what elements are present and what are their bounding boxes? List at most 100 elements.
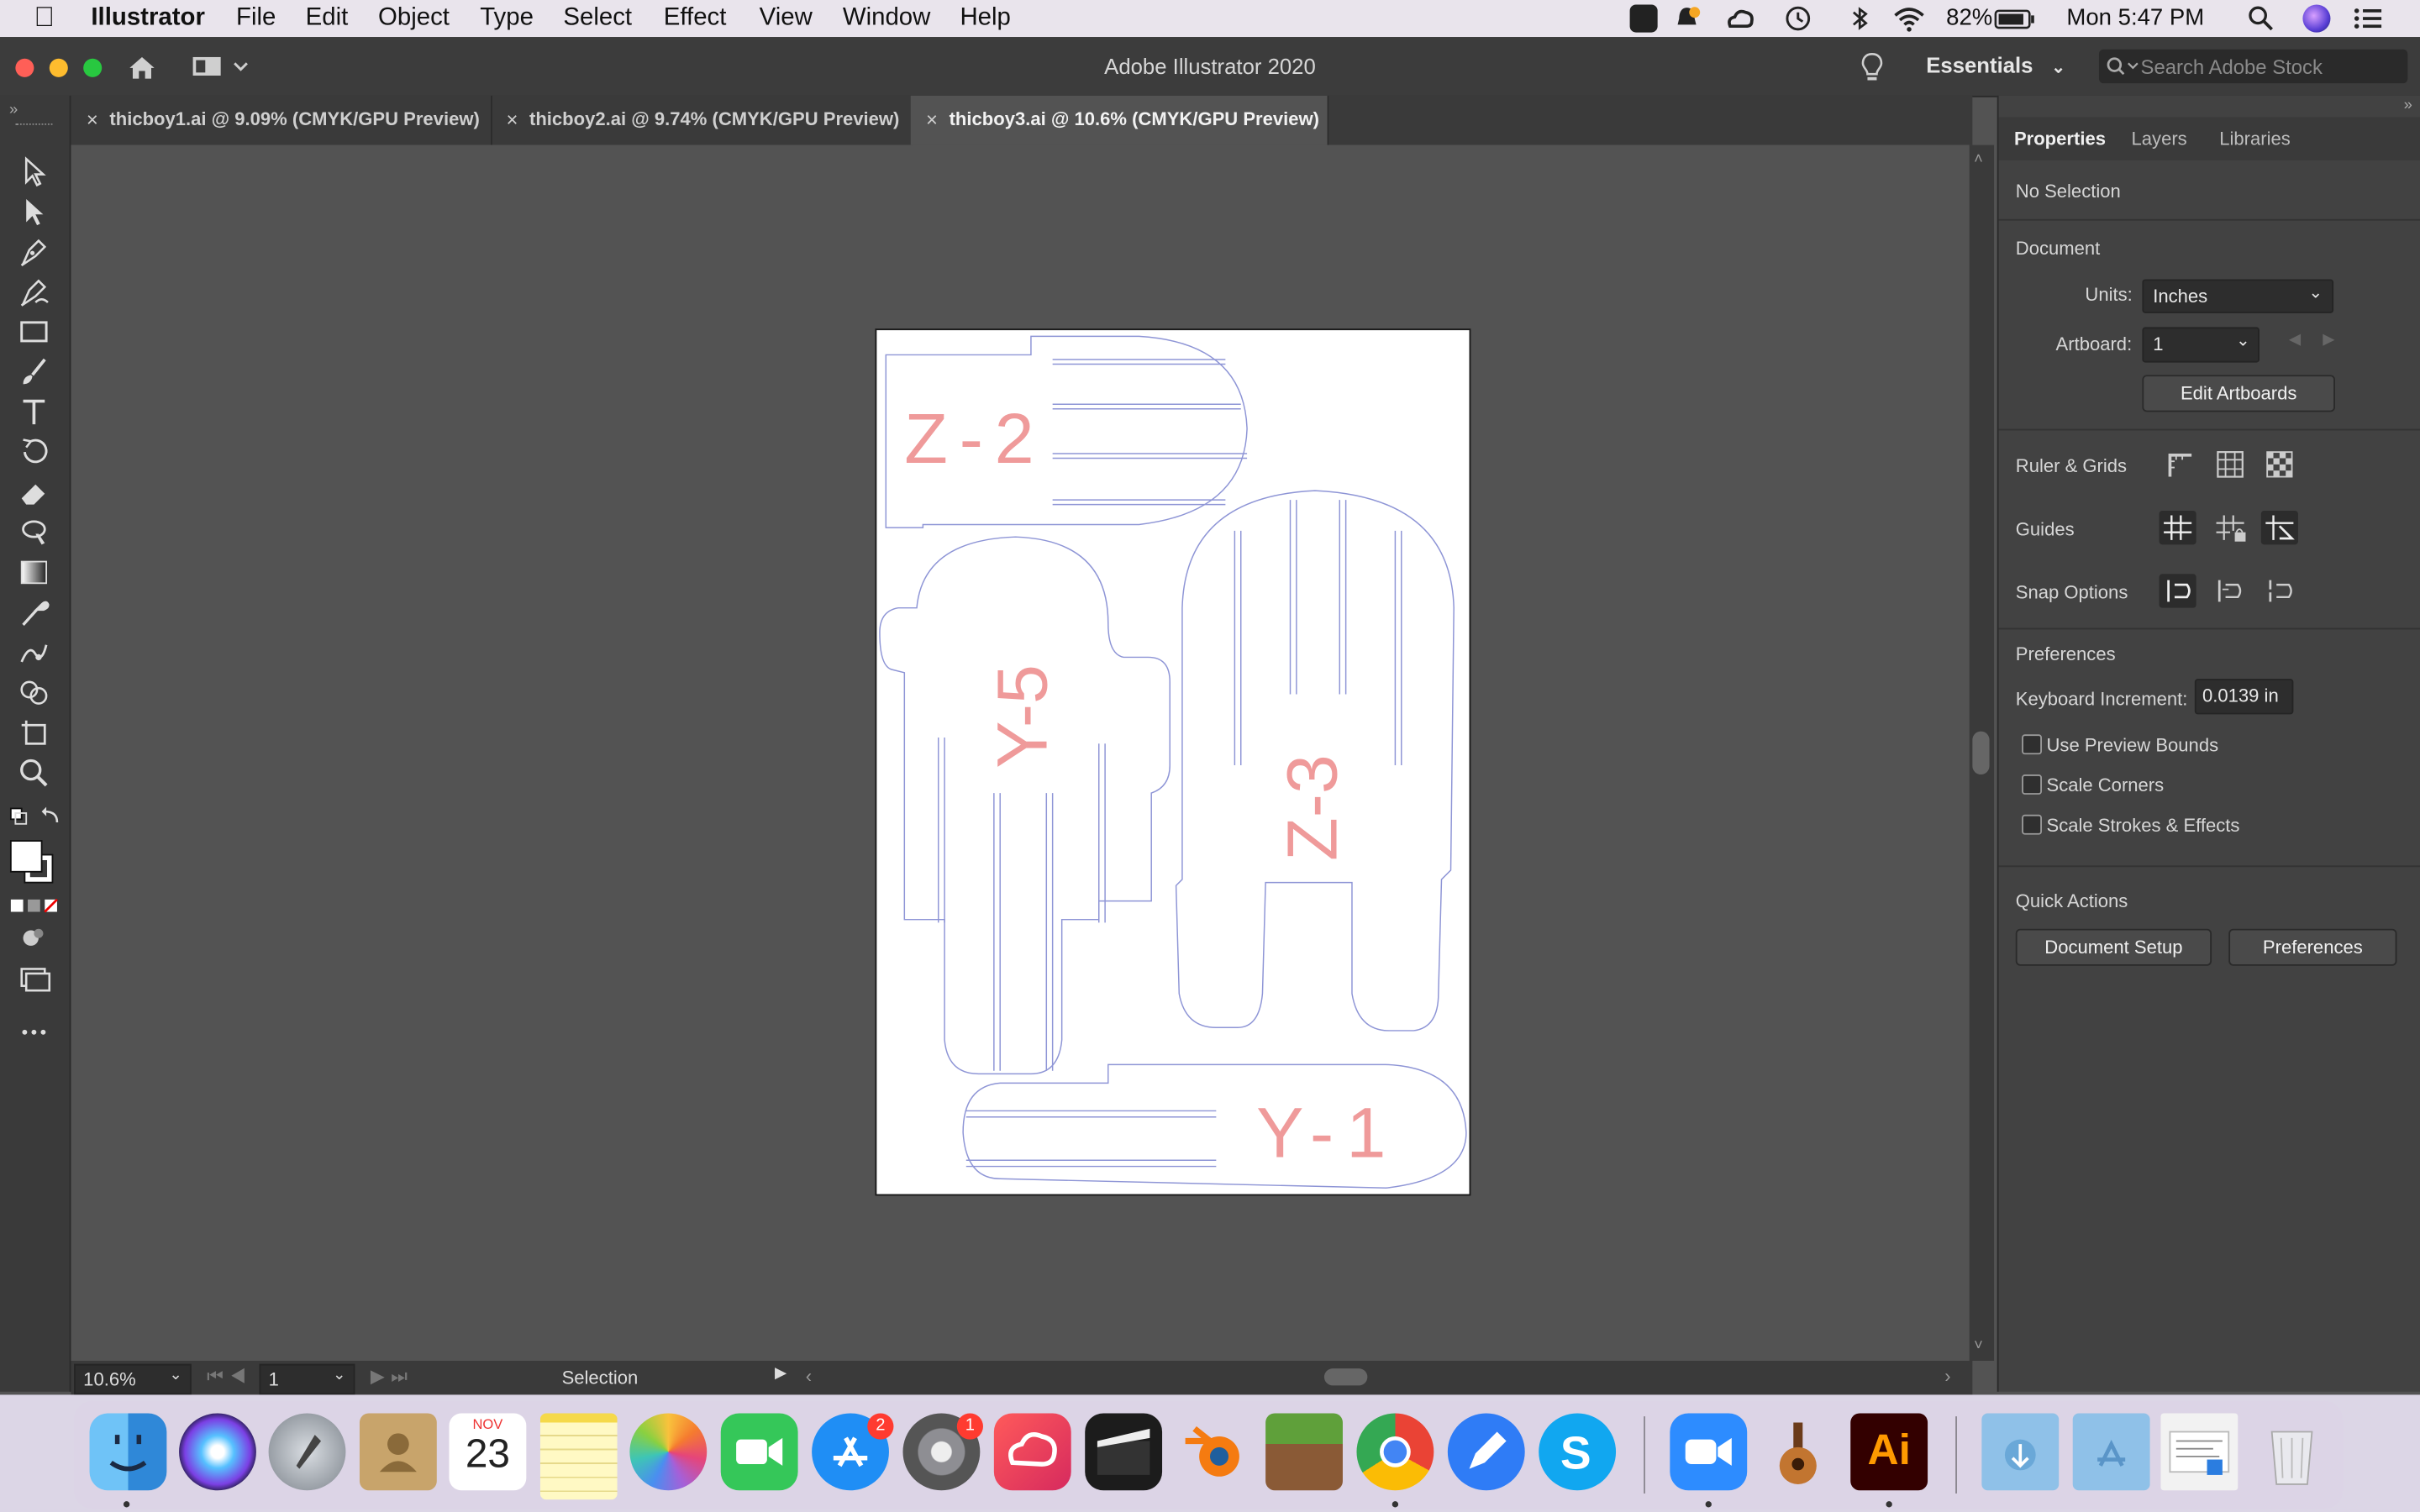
collapse-panel-icon[interactable]: » (9, 102, 18, 118)
type-tool-icon[interactable] (17, 395, 50, 428)
smart-guides-icon[interactable] (2260, 510, 2298, 545)
fill-stroke-swatch[interactable] (9, 839, 59, 889)
zoom-tool-icon[interactable] (17, 756, 50, 790)
snap-to-pixel-icon[interactable] (2210, 574, 2247, 607)
spotlight-search-icon[interactable] (2247, 5, 2275, 33)
menu-edit[interactable]: Edit (306, 5, 349, 33)
applications-folder-dock-icon[interactable] (2072, 1413, 2150, 1491)
cut-path-y1[interactable] (962, 1063, 1467, 1189)
scroll-down-icon[interactable]: ˅ (1974, 1337, 1983, 1354)
panel-grip[interactable] (15, 123, 53, 129)
document-tab-thicboy3[interactable]: × thicboy3.ai @ 10.6% (CMYK/GPU Preview) (910, 95, 1329, 145)
close-tab-icon[interactable]: × (87, 96, 98, 144)
menubar-clock[interactable]: Mon 5:47 PM (2066, 5, 2204, 31)
illustrator-dock-icon[interactable]: Ai (1850, 1413, 1928, 1491)
trash-dock-icon[interactable] (2254, 1413, 2331, 1490)
creative-cloud-menubar-icon[interactable] (1725, 5, 1754, 33)
status-menu-arrow-icon[interactable]: ▶ (775, 1366, 786, 1383)
search-adobe-stock-input[interactable]: Search Adobe Stock (2098, 49, 2408, 84)
horizontal-scrollbar-thumb[interactable] (1323, 1368, 1368, 1386)
notes-dock-icon[interactable] (539, 1413, 618, 1500)
garageband-dock-icon[interactable] (1760, 1413, 1837, 1490)
shape-builder-tool-icon[interactable] (17, 675, 50, 709)
eyedropper-tool-icon[interactable] (17, 596, 50, 629)
menu-window[interactable]: Window (843, 5, 931, 33)
minecraft-dock-icon[interactable] (1265, 1413, 1343, 1491)
menu-effect[interactable]: Effect (664, 5, 727, 33)
rectangle-tool-icon[interactable] (17, 315, 50, 349)
scrollbar-thumb[interactable] (1972, 731, 1990, 775)
notification-bell-icon[interactable] (1673, 5, 1701, 33)
tab-properties[interactable]: Properties (2014, 128, 2106, 150)
final-cut-dock-icon[interactable] (1085, 1413, 1163, 1491)
time-machine-icon[interactable] (1784, 5, 1812, 33)
facetime-dock-icon[interactable] (720, 1413, 798, 1491)
collapse-panel-icon[interactable]: » (2404, 97, 2412, 114)
menu-select[interactable]: Select (563, 5, 632, 33)
preferences-button[interactable]: Preferences (2228, 928, 2397, 966)
curvature-tool-icon[interactable] (17, 275, 50, 308)
swap-fill-stroke-icon[interactable] (8, 806, 60, 830)
downloads-folder-dock-icon[interactable] (1981, 1413, 2060, 1491)
use-preview-bounds-checkbox[interactable] (2022, 734, 2042, 755)
snap-to-glyph-icon[interactable] (2261, 574, 2298, 607)
menu-help[interactable]: Help (960, 5, 1010, 33)
close-tab-icon[interactable]: × (506, 96, 518, 144)
document-tab-thicboy1[interactable]: × thicboy1.ai @ 9.09% (CMYK/GPU Preview) (71, 95, 492, 145)
scroll-right-icon[interactable]: › (1944, 1366, 1950, 1388)
rotate-tool-icon[interactable] (17, 435, 50, 469)
transparency-grid-icon[interactable] (2261, 448, 2298, 481)
vertical-scrollbar[interactable]: ˄ ˅ (1969, 144, 1995, 1361)
keyboard-increment-input[interactable]: 0.0139 in (2194, 679, 2294, 715)
close-tab-icon[interactable]: × (926, 96, 938, 144)
zoom-menubar-icon[interactable] (1629, 4, 1658, 33)
document-tab-thicboy2[interactable]: × thicboy2.ai @ 9.74% (CMYK/GPU Preview) (491, 95, 913, 145)
document-setup-button[interactable]: Document Setup (2015, 928, 2212, 966)
gradient-tool-icon[interactable] (17, 555, 50, 589)
puppet-warp-tool-icon[interactable] (17, 636, 50, 669)
lock-guides-icon[interactable] (2212, 511, 2249, 544)
battery-icon[interactable] (1994, 5, 2037, 33)
scale-strokes-effects-checkbox[interactable] (2022, 814, 2042, 835)
tab-layers[interactable]: Layers (2132, 128, 2187, 150)
paintbrush-tool-icon[interactable] (17, 354, 50, 388)
finder-dock-icon[interactable] (89, 1413, 167, 1491)
artboard-select[interactable]: 1 ⌄ (2142, 327, 2260, 363)
notification-center-icon[interactable] (2352, 5, 2382, 33)
apple-menu-icon[interactable]:  (34, 2, 55, 34)
grid-icon[interactable] (2212, 448, 2249, 481)
more-tools-icon[interactable] (17, 1016, 50, 1049)
draw-mode-icon[interactable] (17, 921, 50, 955)
selection-tool-icon[interactable] (17, 155, 50, 188)
menu-type[interactable]: Type (480, 5, 534, 33)
workspace-switcher[interactable]: Essentials ⌄ (1926, 52, 2065, 76)
contacts-dock-icon[interactable] (359, 1413, 437, 1491)
menu-object[interactable]: Object (378, 5, 450, 33)
tab-libraries[interactable]: Libraries (2219, 128, 2291, 150)
scale-corners-checkbox[interactable] (2022, 774, 2042, 795)
screen-mode-icon[interactable] (17, 961, 51, 995)
previous-artboard-icon[interactable]: ◀ (2289, 332, 2301, 349)
recent-document-stack-icon[interactable] (2160, 1413, 2238, 1491)
discover-lightbulb-icon[interactable] (1858, 51, 1886, 85)
wifi-icon[interactable] (1892, 5, 1926, 33)
blender-dock-icon[interactable] (1176, 1413, 1254, 1490)
bluetooth-icon[interactable] (1846, 5, 1874, 33)
skype-dock-icon[interactable]: S (1539, 1413, 1617, 1491)
menu-view[interactable]: View (760, 5, 813, 33)
show-guides-icon[interactable] (2159, 510, 2196, 545)
first-prev-artboard-icon[interactable]: ⏮◀ (207, 1366, 252, 1389)
siri-icon[interactable] (2302, 4, 2331, 33)
pencil-app-dock-icon[interactable] (1447, 1413, 1525, 1491)
current-tool-status[interactable]: Selection (562, 1367, 639, 1389)
creative-cloud-dock-icon[interactable] (993, 1413, 1071, 1491)
siri-dock-icon[interactable] (179, 1413, 256, 1491)
next-artboard-icon[interactable]: ▶ (2323, 332, 2334, 349)
units-select[interactable]: Inches ⌄ (2142, 279, 2334, 313)
launchpad-dock-icon[interactable] (268, 1413, 346, 1491)
menu-file[interactable]: File (236, 5, 276, 33)
next-last-artboard-icon[interactable]: ▶⏭ (371, 1366, 413, 1389)
calendar-dock-icon[interactable]: NOV 23 (449, 1413, 527, 1491)
pen-tool-icon[interactable] (17, 234, 50, 268)
zoom-level-field[interactable]: 10.6% ⌄ (74, 1363, 192, 1395)
